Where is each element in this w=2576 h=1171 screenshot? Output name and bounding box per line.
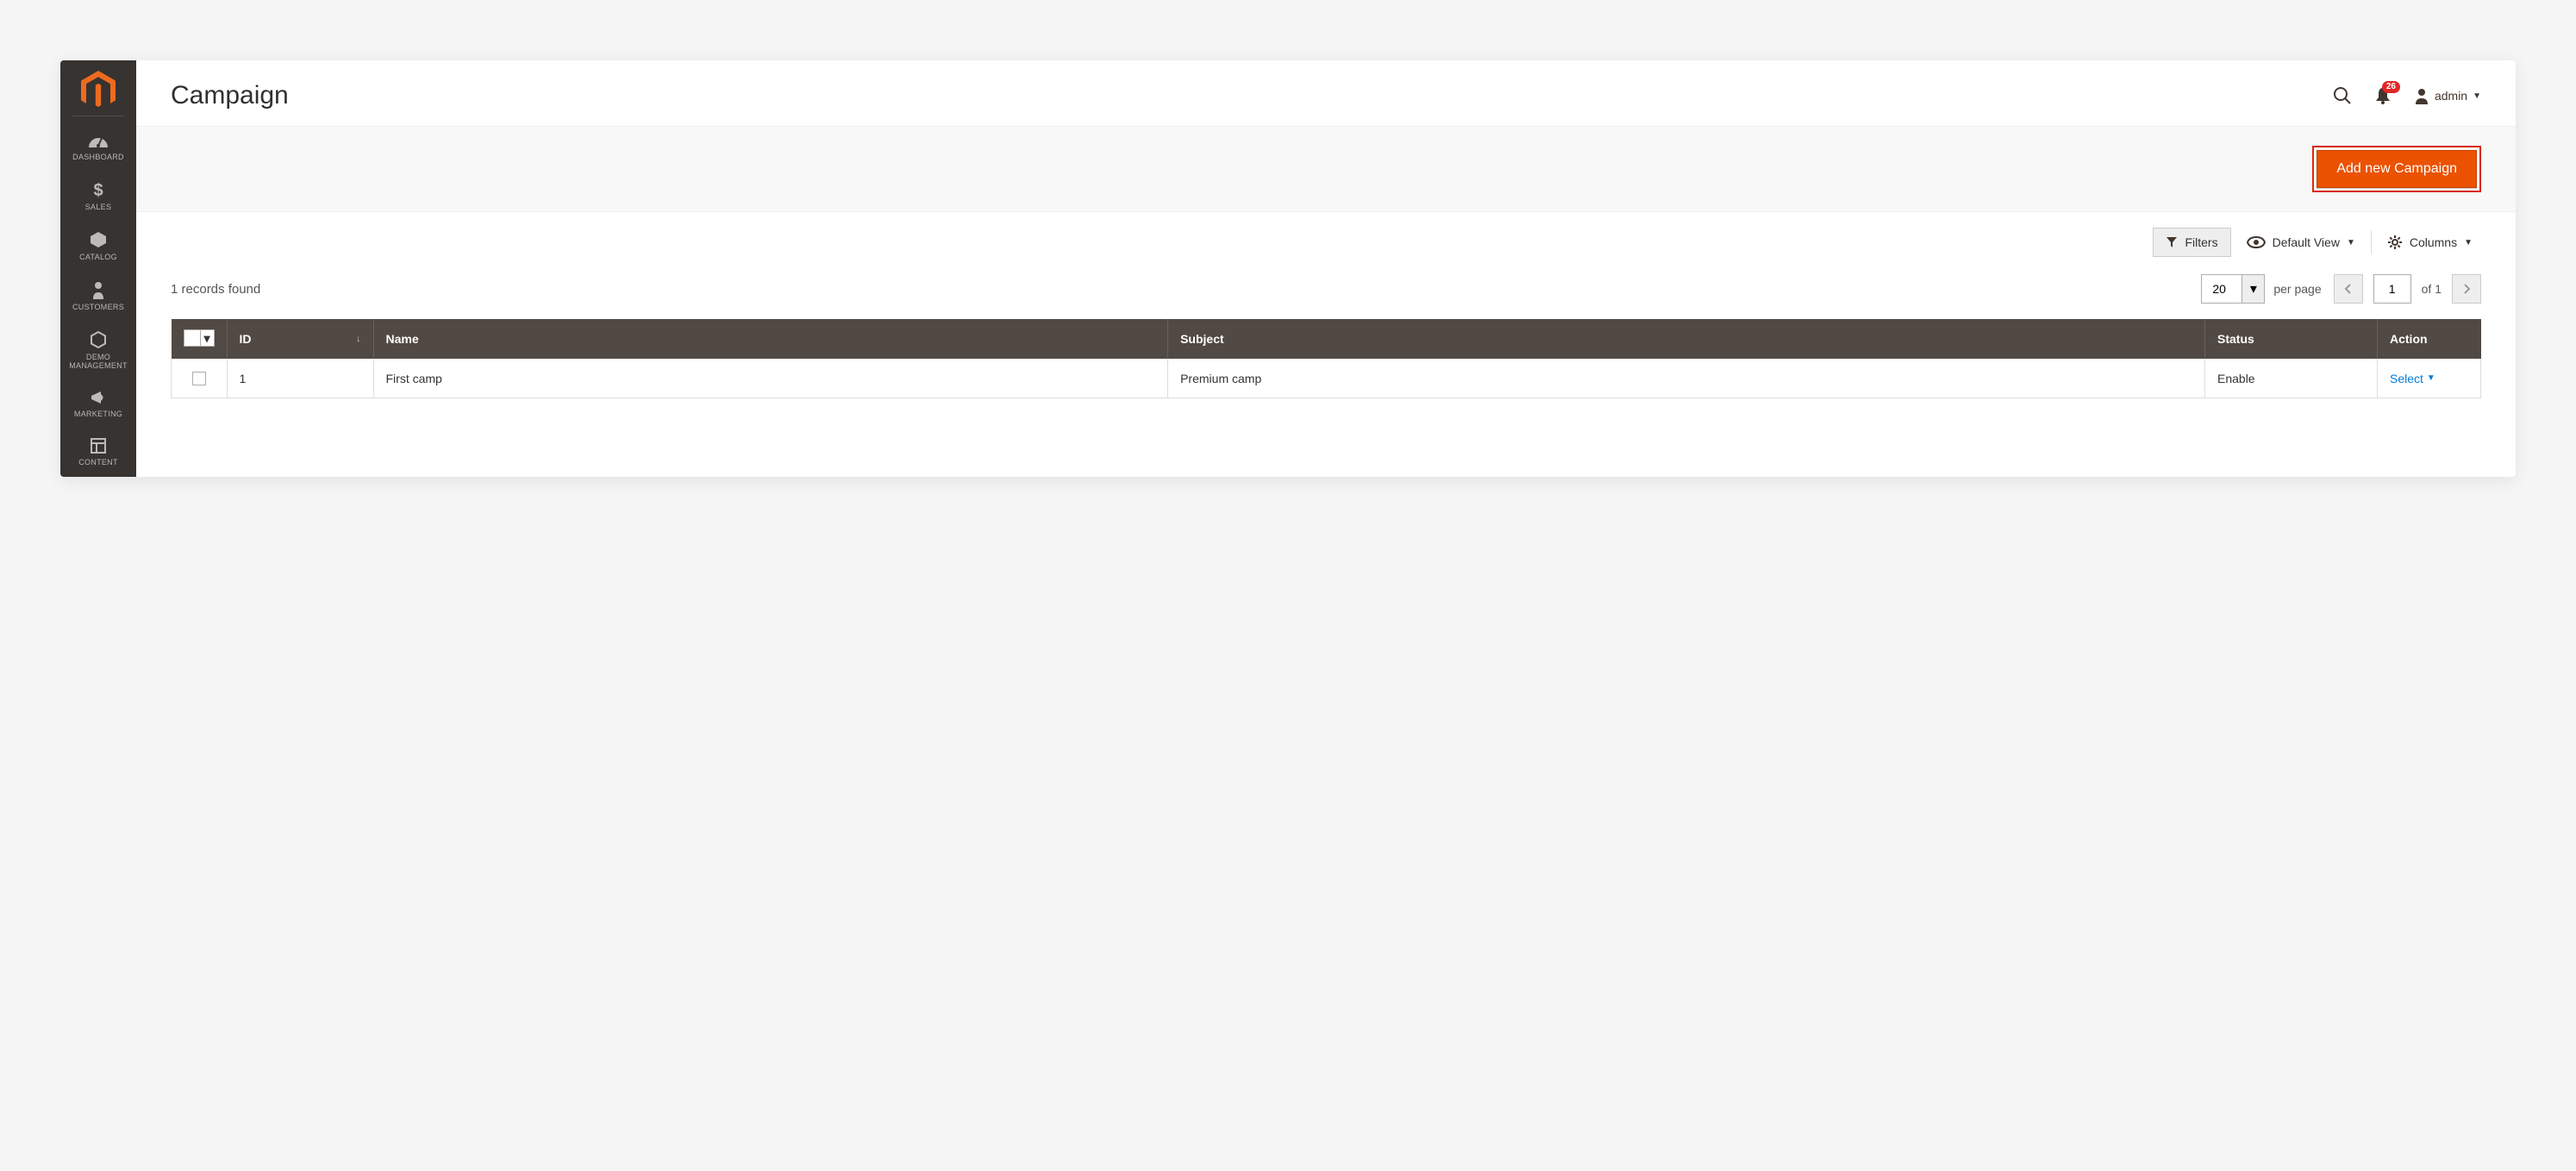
filters-button[interactable]: Filters (2153, 228, 2230, 257)
column-header-action[interactable]: Action (2378, 319, 2481, 359)
layout-icon (90, 437, 107, 454)
grid-toolbar: Filters Default View ▼ Columns ▼ (136, 212, 2516, 257)
sidebar-label: CUSTOMERS (72, 303, 124, 311)
sort-descending-icon: ↓ (356, 334, 361, 344)
sidebar-item-sales[interactable]: $ SALES (60, 172, 136, 222)
notification-badge: 26 (2382, 81, 2400, 93)
campaign-grid: ▾ ID ↓ Name Subject Status Action (171, 319, 2481, 398)
sidebar-label: MARKETING (74, 410, 122, 418)
user-icon (2414, 87, 2429, 104)
row-checkbox[interactable] (192, 372, 206, 385)
grid-header-row: ▾ ID ↓ Name Subject Status Action (172, 319, 2481, 359)
row-select-action[interactable]: Select ▼ (2390, 372, 2435, 385)
admin-sidebar: DASHBOARD $ SALES CATALOG CUSTOMERS DEMO… (60, 60, 136, 477)
column-header-name[interactable]: Name (373, 319, 1168, 359)
records-found-label: 1 records found (171, 282, 260, 297)
caret-down-icon: ▼ (2473, 91, 2481, 101)
megaphone-icon (89, 389, 108, 406)
sidebar-label: CATALOG (79, 253, 117, 261)
chevron-right-icon (2462, 284, 2471, 294)
current-page-input[interactable] (2373, 274, 2411, 304)
sidebar-label: CONTENT (78, 458, 118, 467)
gauge-icon (87, 132, 109, 149)
select-all-checkbox[interactable] (184, 330, 200, 346)
pager-controls: 20 ▾ per page of 1 (2201, 274, 2481, 304)
caret-down-icon: ▼ (2427, 373, 2435, 383)
per-page-select[interactable]: 20 ▾ (2201, 274, 2265, 304)
sidebar-label: DEMO MANAGEMENT (64, 353, 133, 370)
per-page-value: 20 (2202, 275, 2241, 303)
notifications-icon[interactable]: 26 (2374, 86, 2392, 105)
page-navigation: of 1 (2334, 274, 2481, 304)
user-label: admin (2435, 89, 2467, 103)
next-page-button[interactable] (2452, 274, 2481, 304)
person-icon (91, 280, 105, 299)
pager-row: 1 records found 20 ▾ per page of 1 (136, 257, 2516, 319)
column-header-checkbox[interactable]: ▾ (172, 319, 228, 359)
column-header-subject[interactable]: Subject (1168, 319, 2205, 359)
eye-icon (2247, 236, 2266, 248)
caret-down-icon[interactable]: ▾ (2241, 275, 2264, 303)
box-icon (89, 230, 108, 249)
page-header: Campaign 26 admin ▼ (136, 60, 2516, 126)
cell-action: Select ▼ (2378, 359, 2481, 398)
sidebar-label: DASHBOARD (72, 153, 124, 161)
prev-page-button[interactable] (2334, 274, 2363, 304)
per-page-label: per page (2273, 282, 2321, 296)
dollar-icon: $ (92, 180, 104, 199)
admin-window: DASHBOARD $ SALES CATALOG CUSTOMERS DEMO… (60, 60, 2516, 477)
sidebar-item-demo-management[interactable]: DEMO MANAGEMENT (60, 322, 136, 380)
per-page-control: 20 ▾ per page (2201, 274, 2321, 304)
sidebar-item-dashboard[interactable]: DASHBOARD (60, 123, 136, 172)
caret-down-icon[interactable]: ▾ (200, 330, 214, 346)
add-new-campaign-button[interactable]: Add new Campaign (2317, 150, 2477, 188)
page-actions-bar: Add new Campaign (136, 126, 2516, 212)
toolbar-separator (2371, 230, 2372, 254)
sidebar-item-catalog[interactable]: CATALOG (60, 222, 136, 272)
default-view-control[interactable]: Default View ▼ (2238, 230, 2364, 254)
header-actions: 26 admin ▼ (2333, 86, 2481, 105)
of-pages-label: of 1 (2422, 282, 2442, 296)
chevron-left-icon (2344, 284, 2353, 294)
cell-name: First camp (373, 359, 1168, 398)
admin-user-menu[interactable]: admin ▼ (2414, 87, 2481, 104)
columns-label: Columns (2410, 235, 2457, 249)
columns-control[interactable]: Columns ▼ (2379, 229, 2481, 255)
cell-id: 1 (227, 359, 373, 398)
default-view-label: Default View (2273, 235, 2340, 249)
caret-down-icon: ▼ (2464, 238, 2473, 247)
main-content: Campaign 26 admin ▼ Add new Campaign (136, 60, 2516, 477)
cell-status: Enable (2205, 359, 2378, 398)
gear-icon (2387, 235, 2403, 250)
sidebar-label: SALES (85, 203, 112, 211)
caret-down-icon: ▼ (2347, 238, 2355, 247)
search-icon[interactable] (2333, 86, 2352, 105)
page-title: Campaign (171, 81, 289, 110)
svg-text:$: $ (93, 181, 103, 199)
highlight-annotation: Add new Campaign (2312, 146, 2481, 192)
filters-label: Filters (2185, 235, 2217, 249)
column-header-id[interactable]: ID ↓ (227, 319, 373, 359)
row-checkbox-cell (172, 359, 228, 398)
sidebar-item-customers[interactable]: CUSTOMERS (60, 272, 136, 322)
column-header-status[interactable]: Status (2205, 319, 2378, 359)
table-row[interactable]: 1 First camp Premium camp Enable Select … (172, 359, 2481, 398)
sidebar-item-marketing[interactable]: MARKETING (60, 380, 136, 429)
cell-subject: Premium camp (1168, 359, 2205, 398)
funnel-icon (2166, 236, 2178, 248)
magento-logo-icon[interactable] (81, 71, 116, 105)
hexagon-icon (89, 330, 108, 349)
sidebar-item-content[interactable]: CONTENT (60, 429, 136, 477)
